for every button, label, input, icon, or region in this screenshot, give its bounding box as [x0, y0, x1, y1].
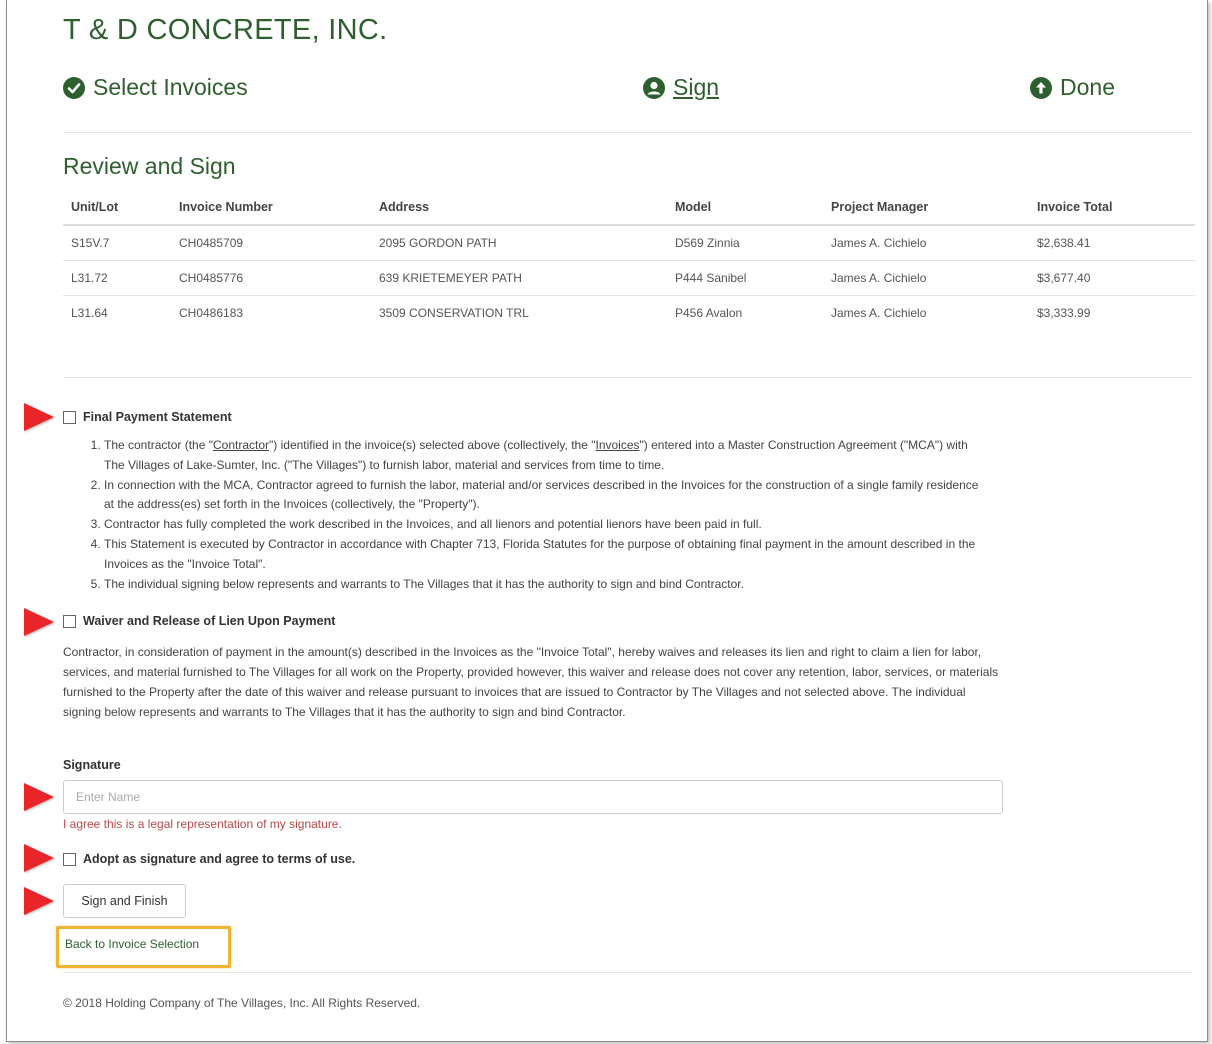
- adopt-checkbox-row[interactable]: Adopt as signature and agree to terms of…: [63, 852, 355, 866]
- list-item: The contractor (the "Contractor") identi…: [104, 436, 990, 476]
- table-row: L31.72 CH0485776 639 KRIETEMEYER PATH P4…: [63, 260, 1195, 296]
- invoices-term: Invoices: [595, 438, 640, 452]
- cell-address: 3509 CONSERVATION TRL: [379, 306, 529, 320]
- cell-invoice-number: CH0485776: [171, 260, 371, 296]
- red-arrow-annotation: [24, 844, 54, 872]
- waiver-checkbox-row[interactable]: Waiver and Release of Lien Upon Payment: [63, 614, 335, 628]
- invoice-table: Unit/Lot Invoice Number Address Model Pr…: [63, 191, 1195, 330]
- progress-steps: Select Invoices Sign Done: [63, 74, 1193, 108]
- column-header: Project Manager: [823, 191, 1029, 226]
- cell-project-manager: James A. Cichielo: [831, 306, 927, 320]
- step-label: Done: [1060, 74, 1115, 100]
- cell-unit-lot: L31.72: [63, 260, 171, 296]
- step-sign[interactable]: Sign: [643, 74, 719, 101]
- cell-project-manager: James A. Cichielo: [823, 225, 1029, 261]
- list-item: In connection with the MCA, Contractor a…: [104, 476, 990, 516]
- column-header: Invoice Total: [1029, 191, 1195, 226]
- red-arrow-annotation: [24, 887, 54, 915]
- table-row: S15V.7 CH0485709 2095 GORDON PATH D569 Z…: [63, 225, 1195, 261]
- column-header: Unit/Lot: [63, 191, 171, 226]
- cell-invoice-number: CH0485709: [171, 225, 371, 261]
- adopt-label: Adopt as signature and agree to terms of…: [83, 852, 356, 866]
- cell-address: 2095 GORDON PATH: [371, 225, 667, 261]
- red-arrow-annotation: [24, 783, 54, 811]
- contractor-term: Contractor: [212, 438, 270, 452]
- list-item: Contractor has fully completed the work …: [104, 515, 990, 535]
- divider: [63, 132, 1193, 133]
- signature-note: I agree this is a legal representation o…: [63, 817, 342, 831]
- step-done: Done: [1030, 74, 1115, 101]
- signature-label: Signature: [63, 758, 121, 772]
- red-arrow-annotation: [24, 608, 54, 636]
- company-name: T & D CONCRETE, INC.: [63, 14, 388, 46]
- cell-invoice-total: $3,677.40: [1029, 260, 1195, 296]
- back-to-invoice-selection-link[interactable]: Back to Invoice Selection: [56, 926, 231, 968]
- cell-unit-lot: L31.64: [71, 306, 108, 320]
- final-payment-terms: The contractor (the "Contractor") identi…: [80, 436, 990, 594]
- cell-model: P444 Sanibel: [667, 260, 823, 296]
- red-arrow-annotation: [24, 403, 54, 431]
- divider: [63, 377, 1193, 378]
- user-circle-icon: [643, 76, 665, 99]
- cell-project-manager: James A. Cichielo: [823, 260, 1029, 296]
- column-header: Model: [667, 191, 823, 226]
- list-item: This Statement is executed by Contractor…: [104, 535, 990, 575]
- step-label: Select Invoices: [93, 74, 248, 100]
- adopt-checkbox[interactable]: [63, 852, 76, 866]
- final-payment-checkbox[interactable]: [63, 410, 76, 424]
- cell-address: 639 KRIETEMEYER PATH: [371, 260, 667, 296]
- waiver-label: Waiver and Release of Lien Upon Payment: [83, 614, 336, 628]
- table-row: L31.64 CH0486183 3509 CONSERVATION TRL P…: [63, 296, 1195, 331]
- cell-invoice-number: CH0486183: [179, 306, 244, 320]
- divider: [63, 972, 1193, 973]
- column-header: Invoice Number: [171, 191, 371, 226]
- signature-input[interactable]: [63, 780, 1003, 814]
- cell-invoice-total: $2,638.41: [1029, 225, 1195, 261]
- cell-invoice-total: $3,333.99: [1037, 306, 1091, 320]
- section-title: Review and Sign: [63, 153, 236, 179]
- list-item: The individual signing below represents …: [104, 575, 990, 595]
- step-select-invoices: Select Invoices: [63, 74, 248, 101]
- waiver-checkbox[interactable]: [63, 614, 76, 628]
- final-payment-checkbox-row[interactable]: Final Payment Statement: [63, 410, 232, 424]
- final-payment-label: Final Payment Statement: [83, 410, 232, 424]
- arrow-up-circle-icon: [1030, 76, 1052, 99]
- table-header-row: Unit/Lot Invoice Number Address Model Pr…: [63, 191, 1195, 226]
- column-header: Address: [371, 191, 667, 226]
- waiver-text: Contractor, in consideration of payment …: [63, 645, 999, 719]
- sign-and-finish-button[interactable]: Sign and Finish: [63, 884, 186, 918]
- cell-unit-lot: S15V.7: [63, 225, 171, 261]
- step-label[interactable]: Sign: [673, 74, 719, 101]
- cell-model: D569 Zinnia: [667, 225, 823, 261]
- footer-copyright: © 2018 Holding Company of The Villages, …: [63, 996, 421, 1010]
- check-circle-icon: [63, 76, 85, 99]
- cell-model: P456 Avalon: [675, 306, 743, 320]
